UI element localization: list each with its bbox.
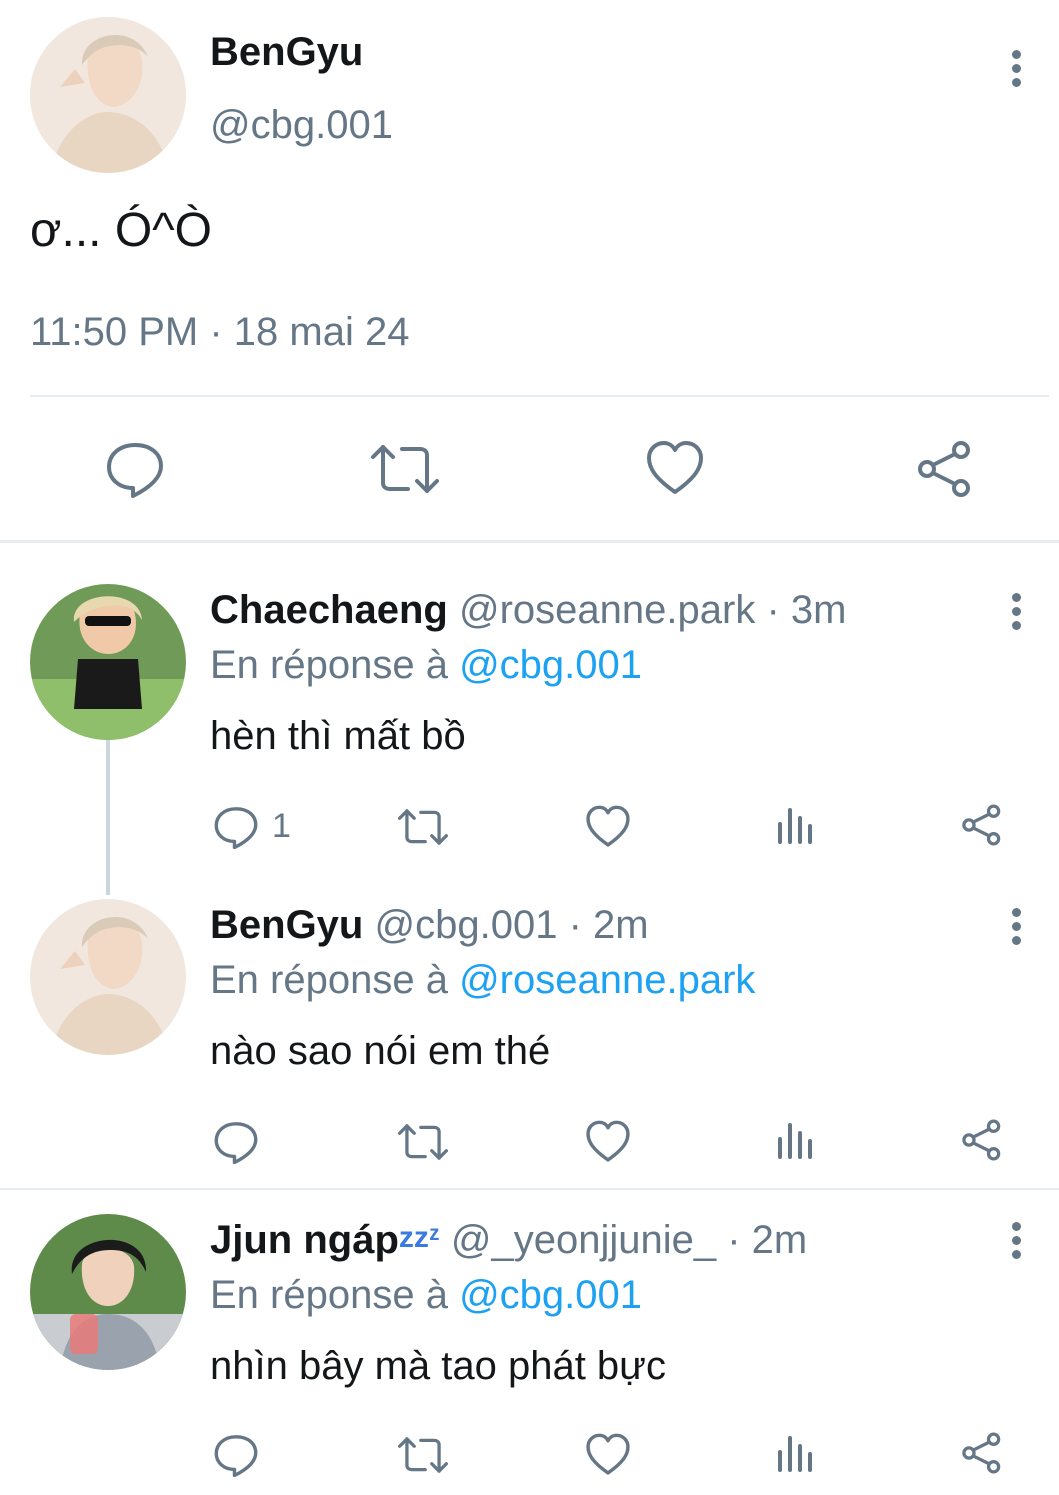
handle[interactable]: @cbg.001 bbox=[374, 903, 557, 947]
reply-text: hèn thì mất bồ bbox=[210, 714, 466, 758]
reply-time: · 3m bbox=[766, 588, 847, 632]
more-icon[interactable] bbox=[1010, 1222, 1022, 1264]
analytics-icon[interactable] bbox=[776, 804, 816, 844]
reply-count: 1 bbox=[272, 807, 291, 845]
avatar[interactable] bbox=[30, 1214, 186, 1370]
display-name[interactable]: BenGyu bbox=[210, 30, 363, 75]
reply-prefix: En réponse à bbox=[210, 643, 448, 687]
heart-icon[interactable] bbox=[585, 1433, 631, 1476]
divider bbox=[30, 395, 1049, 397]
share-icon[interactable] bbox=[960, 1432, 1004, 1474]
heart-icon[interactable] bbox=[645, 440, 705, 496]
more-icon[interactable] bbox=[1010, 908, 1022, 950]
tweet-text: ơ... Ó^Ò bbox=[30, 204, 213, 257]
handle[interactable]: @_yeonjjunie_ bbox=[451, 1218, 716, 1262]
reply-prefix: En réponse à bbox=[210, 1273, 448, 1317]
share-icon[interactable] bbox=[960, 1119, 1004, 1161]
avatar[interactable] bbox=[30, 584, 186, 740]
section-divider bbox=[0, 540, 1059, 543]
handle[interactable]: @cbg.001 bbox=[210, 103, 393, 148]
reply-icon[interactable] bbox=[105, 440, 165, 498]
display-name[interactable]: Chaechaeng bbox=[210, 588, 448, 632]
avatar[interactable] bbox=[30, 17, 186, 173]
reply-icon[interactable] bbox=[213, 1120, 259, 1164]
analytics-icon[interactable] bbox=[776, 1432, 816, 1472]
reply-to-link[interactable]: @cbg.001 bbox=[459, 1273, 642, 1317]
more-icon[interactable] bbox=[1010, 50, 1022, 92]
thread-line bbox=[106, 740, 110, 895]
tweet-timestamp: 11:50 PM · 18 mai 24 bbox=[30, 310, 410, 354]
more-icon[interactable] bbox=[1010, 593, 1022, 635]
display-name[interactable]: Jjun ngáp bbox=[210, 1218, 399, 1262]
reply-text: nào sao nói em thé bbox=[210, 1029, 551, 1073]
reply-divider bbox=[0, 1188, 1059, 1190]
retweet-icon[interactable] bbox=[370, 443, 440, 495]
heart-icon[interactable] bbox=[585, 805, 631, 848]
analytics-icon[interactable] bbox=[776, 1119, 816, 1159]
retweet-icon[interactable] bbox=[397, 1123, 449, 1161]
reply-time: · 2m bbox=[727, 1218, 808, 1262]
share-icon[interactable] bbox=[915, 440, 975, 498]
reply-to-link[interactable]: @roseanne.park bbox=[459, 958, 755, 1002]
reply-icon[interactable] bbox=[213, 805, 259, 849]
avatar[interactable] bbox=[30, 899, 186, 1055]
reply-to-link[interactable]: @cbg.001 bbox=[459, 643, 642, 687]
handle[interactable]: @roseanne.park bbox=[459, 588, 755, 632]
reply-icon[interactable] bbox=[213, 1433, 259, 1477]
reply-time: · 2m bbox=[568, 903, 649, 947]
heart-icon[interactable] bbox=[585, 1120, 631, 1163]
display-name[interactable]: BenGyu bbox=[210, 903, 363, 947]
retweet-icon[interactable] bbox=[397, 1436, 449, 1474]
sleep-emoji: zzᶻ bbox=[398, 1221, 440, 1254]
reply-prefix: En réponse à bbox=[210, 958, 448, 1002]
reply-text: nhìn bây mà tao phát bực bbox=[210, 1344, 666, 1388]
share-icon[interactable] bbox=[960, 804, 1004, 846]
retweet-icon[interactable] bbox=[397, 808, 449, 846]
